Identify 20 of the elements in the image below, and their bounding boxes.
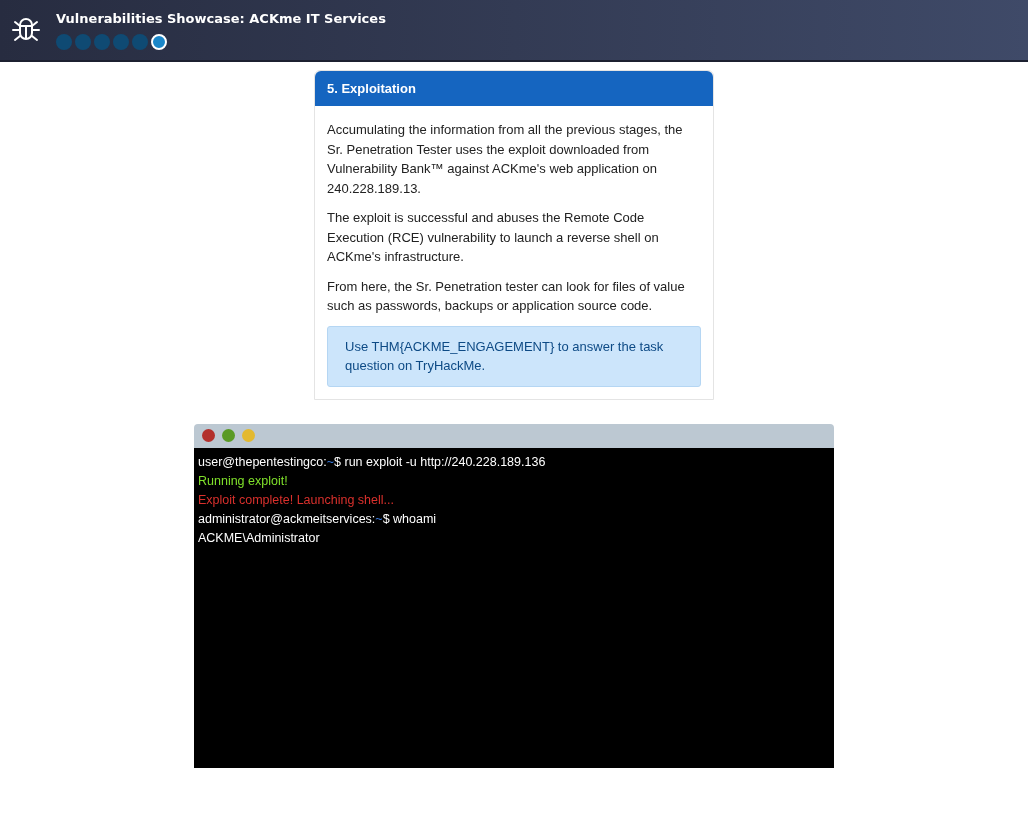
step-dot[interactable] xyxy=(75,34,91,50)
terminal-output-line: Running exploit! xyxy=(197,472,288,490)
page-title: Vulnerabilities Showcase: ACKme IT Services xyxy=(56,11,386,26)
step-dot[interactable] xyxy=(113,34,129,50)
step-dot[interactable] xyxy=(56,34,72,50)
card-paragraph: Accumulating the information from all the previous stages, the Sr. Penetration Tester uses the exploit downloaded from Vulnerability Bank™ against ACKme's web application on 240.228.189.13. xyxy=(327,121,684,198)
terminal-error-line: Exploit complete! Launching shell... xyxy=(197,491,394,509)
card-title: 5. Exploitation xyxy=(315,71,713,106)
maximize-dot-icon[interactable] xyxy=(222,429,235,442)
terminal-prompt-line: administrator@ackmeitservices:~$ whoami xyxy=(197,510,437,528)
step-dot[interactable] xyxy=(151,34,167,50)
minimize-dot-icon[interactable] xyxy=(242,429,255,442)
step-dot[interactable] xyxy=(94,34,110,50)
terminal-prompt-line: user@thepentestingco:~$ run exploit -u http://240.228.189.136 xyxy=(197,453,546,471)
card-paragraph: From here, the Sr. Penetration tester can look for files of value such as passwords, backups or application source code. xyxy=(327,277,686,315)
terminal-output-line: ACKME\Administrator xyxy=(197,529,320,547)
info-notice: Use THM{ACKME_ENGAGEMENT} to answer the task question on TryHackMe. xyxy=(327,325,701,387)
step-dot[interactable] xyxy=(132,34,148,50)
card-paragraph: The exploit is successful and abuses the Remote Code Execution (RCE) vulnerability to launch a reverse shell on ACKme's infrastructure. xyxy=(327,209,660,266)
close-dot-icon[interactable] xyxy=(202,429,215,442)
